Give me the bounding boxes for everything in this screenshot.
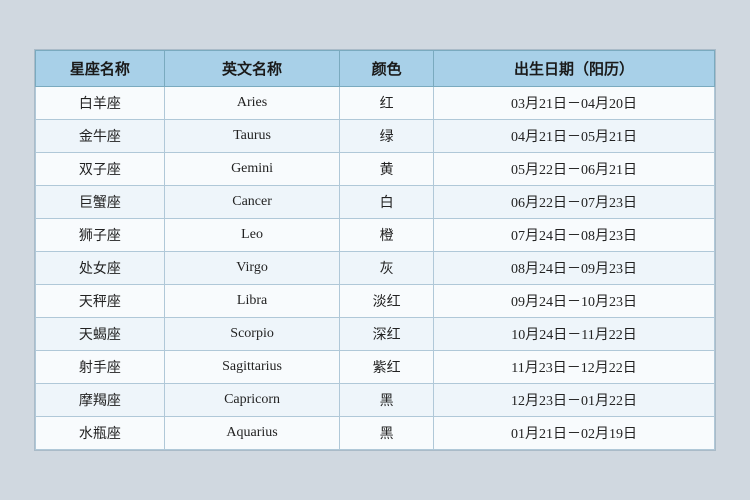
- cell-color: 绿: [340, 120, 434, 153]
- cell-cn: 处女座: [36, 252, 165, 285]
- cell-color: 深红: [340, 318, 434, 351]
- cell-en: Gemini: [164, 153, 340, 186]
- cell-color: 白: [340, 186, 434, 219]
- cell-color: 黑: [340, 384, 434, 417]
- cell-en: Aries: [164, 87, 340, 120]
- cell-color: 橙: [340, 219, 434, 252]
- cell-color: 黑: [340, 417, 434, 450]
- zodiac-table: 星座名称 英文名称 颜色 出生日期（阳历） 白羊座Aries红03月21日－04…: [35, 50, 715, 450]
- cell-date: 07月24日－08月23日: [434, 219, 715, 252]
- table-row: 射手座Sagittarius紫红11月23日－12月22日: [36, 351, 715, 384]
- table-row: 狮子座Leo橙07月24日－08月23日: [36, 219, 715, 252]
- cell-date: 10月24日－11月22日: [434, 318, 715, 351]
- cell-date: 09月24日－10月23日: [434, 285, 715, 318]
- cell-date: 12月23日－01月22日: [434, 384, 715, 417]
- cell-date: 08月24日－09月23日: [434, 252, 715, 285]
- cell-cn: 白羊座: [36, 87, 165, 120]
- cell-cn: 射手座: [36, 351, 165, 384]
- cell-color: 灰: [340, 252, 434, 285]
- table-row: 摩羯座Capricorn黑12月23日－01月22日: [36, 384, 715, 417]
- table-header-row: 星座名称 英文名称 颜色 出生日期（阳历）: [36, 51, 715, 87]
- cell-en: Taurus: [164, 120, 340, 153]
- cell-cn: 水瓶座: [36, 417, 165, 450]
- cell-cn: 双子座: [36, 153, 165, 186]
- table-row: 双子座Gemini黄05月22日－06月21日: [36, 153, 715, 186]
- cell-en: Scorpio: [164, 318, 340, 351]
- header-color: 颜色: [340, 51, 434, 87]
- cell-date: 03月21日－04月20日: [434, 87, 715, 120]
- cell-en: Virgo: [164, 252, 340, 285]
- table-row: 天秤座Libra淡红09月24日－10月23日: [36, 285, 715, 318]
- cell-cn: 天秤座: [36, 285, 165, 318]
- cell-date: 01月21日－02月19日: [434, 417, 715, 450]
- table-row: 处女座Virgo灰08月24日－09月23日: [36, 252, 715, 285]
- table-row: 巨蟹座Cancer白06月22日－07月23日: [36, 186, 715, 219]
- cell-cn: 巨蟹座: [36, 186, 165, 219]
- header-en: 英文名称: [164, 51, 340, 87]
- cell-en: Capricorn: [164, 384, 340, 417]
- table-row: 金牛座Taurus绿04月21日－05月21日: [36, 120, 715, 153]
- cell-date: 05月22日－06月21日: [434, 153, 715, 186]
- cell-cn: 天蝎座: [36, 318, 165, 351]
- table-row: 天蝎座Scorpio深红10月24日－11月22日: [36, 318, 715, 351]
- cell-color: 黄: [340, 153, 434, 186]
- cell-date: 11月23日－12月22日: [434, 351, 715, 384]
- cell-en: Aquarius: [164, 417, 340, 450]
- cell-date: 04月21日－05月21日: [434, 120, 715, 153]
- zodiac-table-wrapper: 星座名称 英文名称 颜色 出生日期（阳历） 白羊座Aries红03月21日－04…: [34, 49, 716, 451]
- header-date: 出生日期（阳历）: [434, 51, 715, 87]
- cell-en: Cancer: [164, 186, 340, 219]
- table-row: 白羊座Aries红03月21日－04月20日: [36, 87, 715, 120]
- cell-cn: 金牛座: [36, 120, 165, 153]
- cell-cn: 狮子座: [36, 219, 165, 252]
- cell-date: 06月22日－07月23日: [434, 186, 715, 219]
- table-row: 水瓶座Aquarius黑01月21日－02月19日: [36, 417, 715, 450]
- cell-cn: 摩羯座: [36, 384, 165, 417]
- cell-color: 紫红: [340, 351, 434, 384]
- cell-en: Leo: [164, 219, 340, 252]
- cell-color: 红: [340, 87, 434, 120]
- cell-en: Sagittarius: [164, 351, 340, 384]
- cell-color: 淡红: [340, 285, 434, 318]
- header-cn: 星座名称: [36, 51, 165, 87]
- cell-en: Libra: [164, 285, 340, 318]
